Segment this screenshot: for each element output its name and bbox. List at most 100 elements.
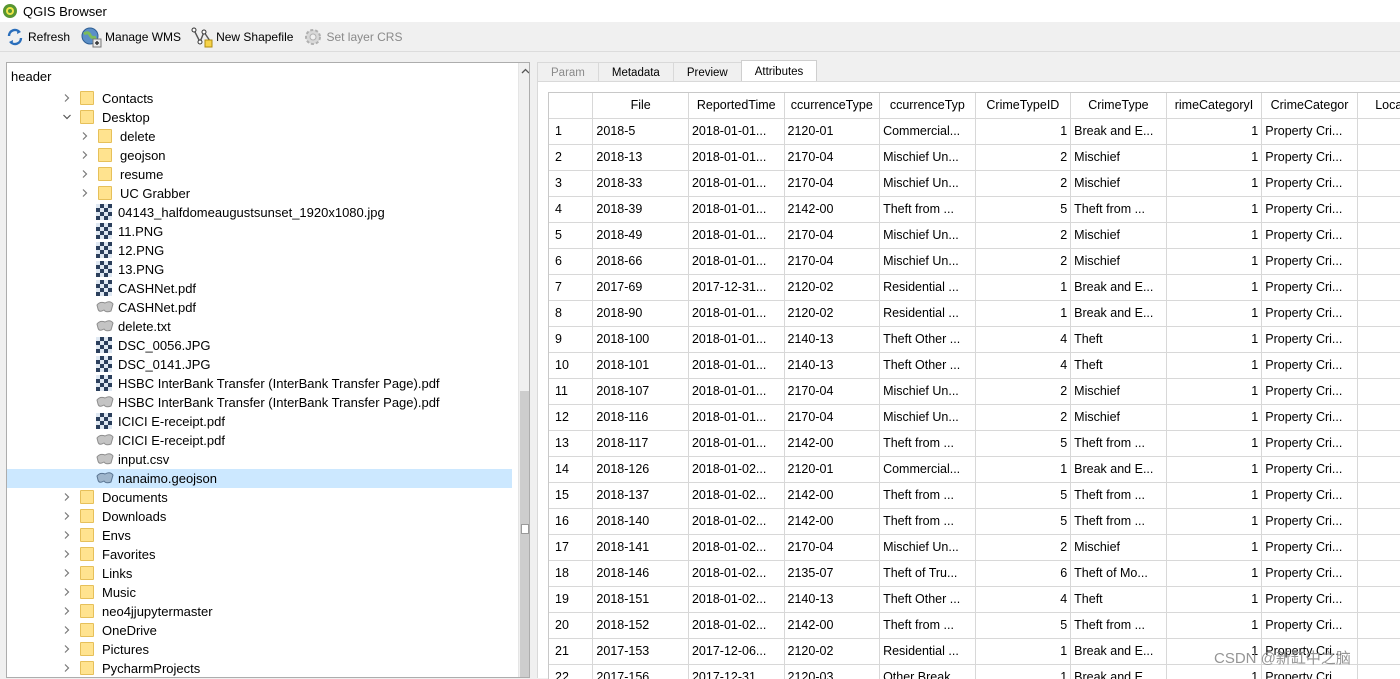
- chevron-right-icon[interactable]: [62, 606, 72, 616]
- row-number[interactable]: 1: [549, 118, 594, 145]
- attribute-table[interactable]: File ReportedTime ccurrenceType ccurrenceTy…: [548, 92, 1400, 679]
- tree-item[interactable]: 13.PNG: [7, 260, 512, 279]
- set-layer-crs-button[interactable]: Set layer CRS: [298, 24, 407, 50]
- tree-item[interactable]: DSC_0056.JPG: [7, 336, 512, 355]
- scroll-up-arrow-icon[interactable]: [519, 63, 529, 79]
- chevron-right-icon[interactable]: [80, 169, 90, 179]
- column-header[interactable]: CrimeType: [1070, 93, 1167, 119]
- tree-item[interactable]: ICICI E-receipt.pdf: [7, 431, 512, 450]
- table-row[interactable]: 4 2018-39 2018-01-01... 2142-00 Theft from .…: [549, 196, 1400, 223]
- chevron-right-icon[interactable]: [62, 568, 72, 578]
- tree-item[interactable]: Music: [7, 583, 512, 602]
- table-row[interactable]: 17 2018-141 2018-01-02... 2170-04 Mischief U…: [549, 534, 1400, 561]
- table-row[interactable]: 12 2018-116 2018-01-01... 2170-04 Mischief U…: [549, 404, 1400, 431]
- row-number[interactable]: 22: [549, 664, 594, 679]
- tree-item[interactable]: UC Grabber: [7, 184, 512, 203]
- tree-item[interactable]: Downloads: [7, 507, 512, 526]
- tree-item[interactable]: resume: [7, 165, 512, 184]
- row-number[interactable]: 20: [549, 612, 594, 639]
- tree-item[interactable]: Links: [7, 564, 512, 583]
- chevron-down-icon[interactable]: [62, 112, 72, 122]
- row-number[interactable]: 4: [549, 196, 594, 223]
- tree-item[interactable]: CASHNet.pdf: [7, 298, 512, 317]
- column-header[interactable]: LocationID: [1357, 93, 1400, 119]
- table-row[interactable]: 8 2018-90 2018-01-01... 2120-02 Residential …: [549, 300, 1400, 327]
- table-row[interactable]: 18 2018-146 2018-01-02... 2135-07 Theft of T…: [549, 560, 1400, 587]
- table-row[interactable]: 11 2018-107 2018-01-01... 2170-04 Mischief U…: [549, 378, 1400, 405]
- tree-item[interactable]: delete: [7, 127, 512, 146]
- chevron-right-icon[interactable]: [62, 511, 72, 521]
- tree-item[interactable]: delete.txt: [7, 317, 512, 336]
- tab-attributes[interactable]: Attributes: [740, 60, 818, 82]
- chevron-right-icon[interactable]: [62, 663, 72, 673]
- new-shapefile-button[interactable]: New Shapefile: [186, 24, 298, 50]
- table-row[interactable]: 19 2018-151 2018-01-02... 2140-13 Theft Othe…: [549, 586, 1400, 613]
- tree-item[interactable]: Documents: [7, 488, 512, 507]
- tab-metadata[interactable]: Metadata: [597, 62, 674, 82]
- row-number[interactable]: 10: [549, 352, 594, 379]
- row-number[interactable]: 15: [549, 482, 594, 509]
- row-number[interactable]: 13: [549, 430, 594, 457]
- chevron-right-icon[interactable]: [62, 492, 72, 502]
- tree-item[interactable]: DSC_0141.JPG: [7, 355, 512, 374]
- row-number[interactable]: 16: [549, 508, 594, 535]
- chevron-right-icon[interactable]: [62, 530, 72, 540]
- tree-item[interactable]: CASHNet.pdf: [7, 279, 512, 298]
- manage-wms-button[interactable]: Manage WMS: [75, 24, 186, 50]
- vertical-scrollbar[interactable]: [518, 63, 529, 677]
- table-row[interactable]: 3 2018-33 2018-01-01... 2170-04 Mischief Un.…: [549, 170, 1400, 197]
- column-header[interactable]: ReportedTime: [688, 93, 785, 119]
- row-number[interactable]: 9: [549, 326, 594, 353]
- table-row[interactable]: 1 2018-5 2018-01-01... 2120-01 Commercial...…: [549, 118, 1400, 145]
- tree-item[interactable]: neo4jjupytermaster: [7, 602, 512, 621]
- table-row[interactable]: 2 2018-13 2018-01-01... 2170-04 Mischief Un.…: [549, 144, 1400, 171]
- tree-item[interactable]: 04143_halfdomeaugustsunset_1920x1080.jpg: [7, 203, 512, 222]
- chevron-right-icon[interactable]: [80, 150, 90, 160]
- refresh-button[interactable]: Refresh: [0, 24, 75, 50]
- table-row[interactable]: 20 2018-152 2018-01-02... 2142-00 Theft from…: [549, 612, 1400, 639]
- row-number[interactable]: 3: [549, 170, 594, 197]
- row-number[interactable]: 6: [549, 248, 594, 275]
- tree-item[interactable]: nanaimo.geojson: [7, 469, 512, 488]
- tree-item[interactable]: HSBC InterBank Transfer (InterBank Trans…: [7, 393, 512, 412]
- tree-item[interactable]: ICICI E-receipt.pdf: [7, 412, 512, 431]
- table-row[interactable]: 13 2018-117 2018-01-01... 2142-00 Theft from…: [549, 430, 1400, 457]
- row-number[interactable]: 19: [549, 586, 594, 613]
- chevron-right-icon[interactable]: [62, 625, 72, 635]
- tree-item[interactable]: Desktop: [7, 108, 512, 127]
- row-number[interactable]: 18: [549, 560, 594, 587]
- chevron-right-icon[interactable]: [62, 644, 72, 654]
- table-row[interactable]: 9 2018-100 2018-01-01... 2140-13 Theft Other…: [549, 326, 1400, 353]
- tree-item[interactable]: Contacts: [7, 89, 512, 108]
- table-row[interactable]: 16 2018-140 2018-01-02... 2142-00 Theft from…: [549, 508, 1400, 535]
- tab-param[interactable]: Param: [537, 62, 599, 82]
- chevron-right-icon[interactable]: [62, 587, 72, 597]
- chevron-right-icon[interactable]: [62, 93, 72, 103]
- chevron-right-icon[interactable]: [80, 131, 90, 141]
- chevron-right-icon[interactable]: [80, 188, 90, 198]
- table-row[interactable]: 7 2017-69 2017-12-31... 2120-02 Residential …: [549, 274, 1400, 301]
- column-header[interactable]: ccurrenceTyp: [879, 93, 976, 119]
- row-number[interactable]: 5: [549, 222, 594, 249]
- tree-item[interactable]: PycharmProjects: [7, 659, 512, 677]
- tree-item[interactable]: Favorites: [7, 545, 512, 564]
- table-row[interactable]: 14 2018-126 2018-01-02... 2120-01 Commercial…: [549, 456, 1400, 483]
- tree-item[interactable]: input.csv: [7, 450, 512, 469]
- table-row[interactable]: 15 2018-137 2018-01-02... 2142-00 Theft from…: [549, 482, 1400, 509]
- row-number[interactable]: 11: [549, 378, 594, 405]
- tree-item[interactable]: 12.PNG: [7, 241, 512, 260]
- row-number[interactable]: 21: [549, 638, 594, 665]
- column-header[interactable]: rimeCategoryI: [1166, 93, 1263, 119]
- tree-item[interactable]: Pictures: [7, 640, 512, 659]
- row-number[interactable]: 12: [549, 404, 594, 431]
- row-number[interactable]: 17: [549, 534, 594, 561]
- tree-item[interactable]: geojson: [7, 146, 512, 165]
- row-number[interactable]: 14: [549, 456, 594, 483]
- column-header[interactable]: CrimeCategor: [1261, 93, 1358, 119]
- scrollbar-thumb[interactable]: [520, 391, 529, 677]
- table-row[interactable]: 6 2018-66 2018-01-01... 2170-04 Mischief Un.…: [549, 248, 1400, 275]
- row-number[interactable]: 2: [549, 144, 594, 171]
- tab-preview[interactable]: Preview: [672, 62, 742, 82]
- table-row[interactable]: 5 2018-49 2018-01-01... 2170-04 Mischief Un.…: [549, 222, 1400, 249]
- table-row[interactable]: 10 2018-101 2018-01-01... 2140-13 Theft Othe…: [549, 352, 1400, 379]
